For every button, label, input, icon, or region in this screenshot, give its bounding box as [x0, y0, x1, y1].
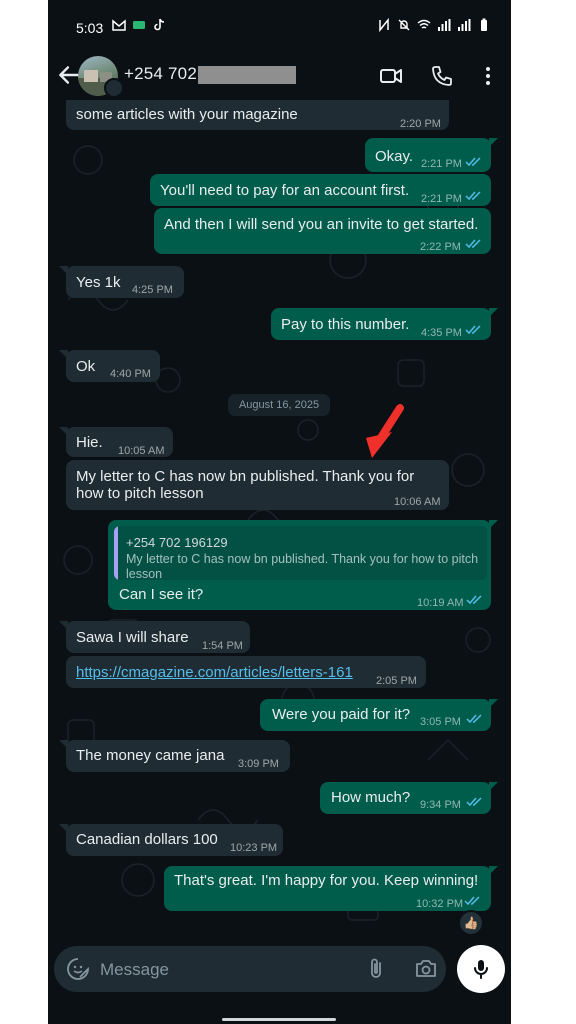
message-outgoing[interactable]: You'll need to pay for an account first.…	[150, 174, 491, 206]
message-time: 3:05 PM	[420, 716, 461, 728]
message-text-line-2: how to pitch lesson	[76, 485, 204, 502]
message-outgoing[interactable]: That's great. I'm happy for you. Keep wi…	[164, 866, 498, 911]
home-indicator[interactable]	[222, 1018, 336, 1021]
gmail-icon	[112, 19, 126, 31]
message-time: 4:25 PM	[132, 284, 173, 296]
message-text: Okay.	[375, 148, 414, 165]
read-receipt-icon	[464, 896, 480, 906]
video-call-icon[interactable]	[379, 64, 403, 88]
message-outgoing-reply[interactable]: +254 702 196129 My letter to C has now b…	[108, 520, 498, 610]
message-text: Ok	[76, 358, 96, 375]
message-incoming[interactable]: Yes 1k 4:25 PM	[59, 266, 184, 298]
status-left-icons	[112, 18, 166, 32]
message-text: Yes 1k	[76, 274, 121, 291]
message-time: 1:54 PM	[202, 640, 243, 652]
nfc-icon	[379, 18, 389, 32]
mic-icon	[474, 960, 488, 979]
message-link[interactable]: https://cmagazine.com/articles/letters-1…	[76, 664, 353, 681]
message-text: Can I see it?	[119, 586, 204, 603]
message-time: 10:05 AM	[118, 445, 165, 457]
message-list: some articles with your magazine 2:20 PM…	[48, 100, 511, 940]
redacted-number	[198, 66, 296, 84]
quoted-sender: +254 702 196129	[126, 535, 228, 550]
message-outgoing[interactable]: Were you paid for it? 3:05 PM	[260, 699, 498, 731]
message-input[interactable]: Message	[100, 960, 169, 980]
message-time: 10:19 AM	[417, 597, 464, 609]
message-time: 2:21 PM	[421, 193, 462, 205]
message-time: 2:20 PM	[400, 118, 441, 130]
message-incoming[interactable]: Ok 4:40 PM	[59, 350, 160, 382]
chat-header: +254 702 1	[48, 52, 511, 100]
reaction-thumbs-up[interactable]: 👍🏼	[458, 910, 484, 936]
annotation-arrow-icon	[366, 404, 404, 458]
message-composer: Message	[54, 946, 446, 992]
message-text: How much?	[331, 789, 411, 806]
more-vert-icon[interactable]	[476, 64, 500, 88]
sticker-icon[interactable]	[66, 957, 90, 981]
wifi-icon	[417, 19, 431, 29]
message-text: some articles with your magazine	[76, 106, 298, 123]
date-divider: August 16, 2025	[228, 394, 330, 416]
message-text: You'll need to pay for an account first.	[160, 182, 410, 199]
tiktok-icon	[154, 18, 165, 31]
message-text: Pay to this number.	[281, 316, 410, 333]
message-outgoing[interactable]: Pay to this number. 4:35 PM	[271, 308, 498, 340]
read-receipt-icon	[465, 325, 481, 335]
message-incoming[interactable]: Hie. 10:05 AM	[59, 427, 173, 457]
signal-icon-2	[458, 19, 471, 31]
message-time: 10:32 PM	[416, 898, 464, 910]
phone-call-icon[interactable]	[430, 64, 454, 88]
message-time: 2:21 PM	[421, 158, 462, 170]
system-nav-bar	[48, 996, 511, 1024]
status-right-icons	[377, 18, 491, 32]
read-receipt-icon	[465, 191, 481, 201]
read-receipt-icon	[466, 714, 482, 724]
message-text: The money came jana	[76, 747, 225, 764]
message-incoming[interactable]: Canadian dollars 100 10:23 PM	[59, 824, 283, 856]
message-incoming[interactable]: some articles with your magazine 2:20 PM	[66, 100, 449, 130]
read-receipt-icon	[465, 239, 481, 249]
app-notification-icon	[133, 21, 145, 29]
message-text: That's great. I'm happy for you. Keep wi…	[174, 872, 479, 889]
quote-accent-bar	[114, 526, 118, 580]
message-incoming[interactable]: The money came jana 3:09 PM	[59, 740, 290, 772]
camera-icon[interactable]	[414, 957, 438, 981]
message-time: 4:40 PM	[110, 368, 151, 380]
mute-bell-icon	[398, 19, 410, 31]
message-incoming[interactable]: Sawa I will share 1:54 PM	[59, 621, 250, 653]
status-ring-icon	[104, 78, 124, 98]
message-outgoing[interactable]: And then I will send you an invite to ge…	[154, 208, 491, 254]
quoted-text: My letter to C has now bn published. Tha…	[126, 552, 479, 580]
read-receipt-icon	[465, 157, 481, 167]
message-time: 10:06 AM	[394, 496, 441, 508]
battery-icon	[481, 18, 487, 31]
read-receipt-icon	[466, 797, 482, 807]
voice-message-button[interactable]	[457, 945, 505, 993]
message-time: 3:09 PM	[238, 758, 279, 770]
message-text: And then I will send you an invite to ge…	[164, 216, 479, 233]
status-bar: 5:03	[48, 0, 511, 52]
message-time: 10:23 PM	[230, 842, 278, 854]
read-receipt-icon	[466, 595, 482, 605]
message-incoming-link[interactable]: https://cmagazine.com/articles/letters-1…	[66, 656, 426, 688]
message-outgoing[interactable]: How much? 9:34 PM	[320, 782, 498, 814]
message-text-line-1: My letter to C has now bn published. Tha…	[76, 468, 415, 485]
message-text: Sawa I will share	[76, 629, 189, 646]
message-text: Were you paid for it?	[272, 706, 411, 723]
message-time: 2:05 PM	[376, 675, 417, 687]
signal-icon	[438, 19, 451, 31]
message-time: 2:22 PM	[420, 241, 461, 253]
message-text: Hie.	[76, 434, 103, 451]
message-text: Canadian dollars 100	[76, 831, 218, 848]
message-incoming[interactable]: My letter to C has now bn published. Tha…	[66, 460, 449, 510]
message-time: 4:35 PM	[421, 327, 462, 339]
status-time: 5:03	[76, 20, 104, 36]
attach-icon[interactable]	[364, 957, 388, 981]
message-outgoing[interactable]: Okay. 2:21 PM	[365, 138, 498, 172]
phone-screen: 5:03 +254 702 1 some articles with your …	[48, 0, 511, 1024]
quoted-message[interactable]: +254 702 196129 My letter to C has now b…	[114, 526, 487, 580]
message-time: 9:34 PM	[420, 799, 461, 811]
